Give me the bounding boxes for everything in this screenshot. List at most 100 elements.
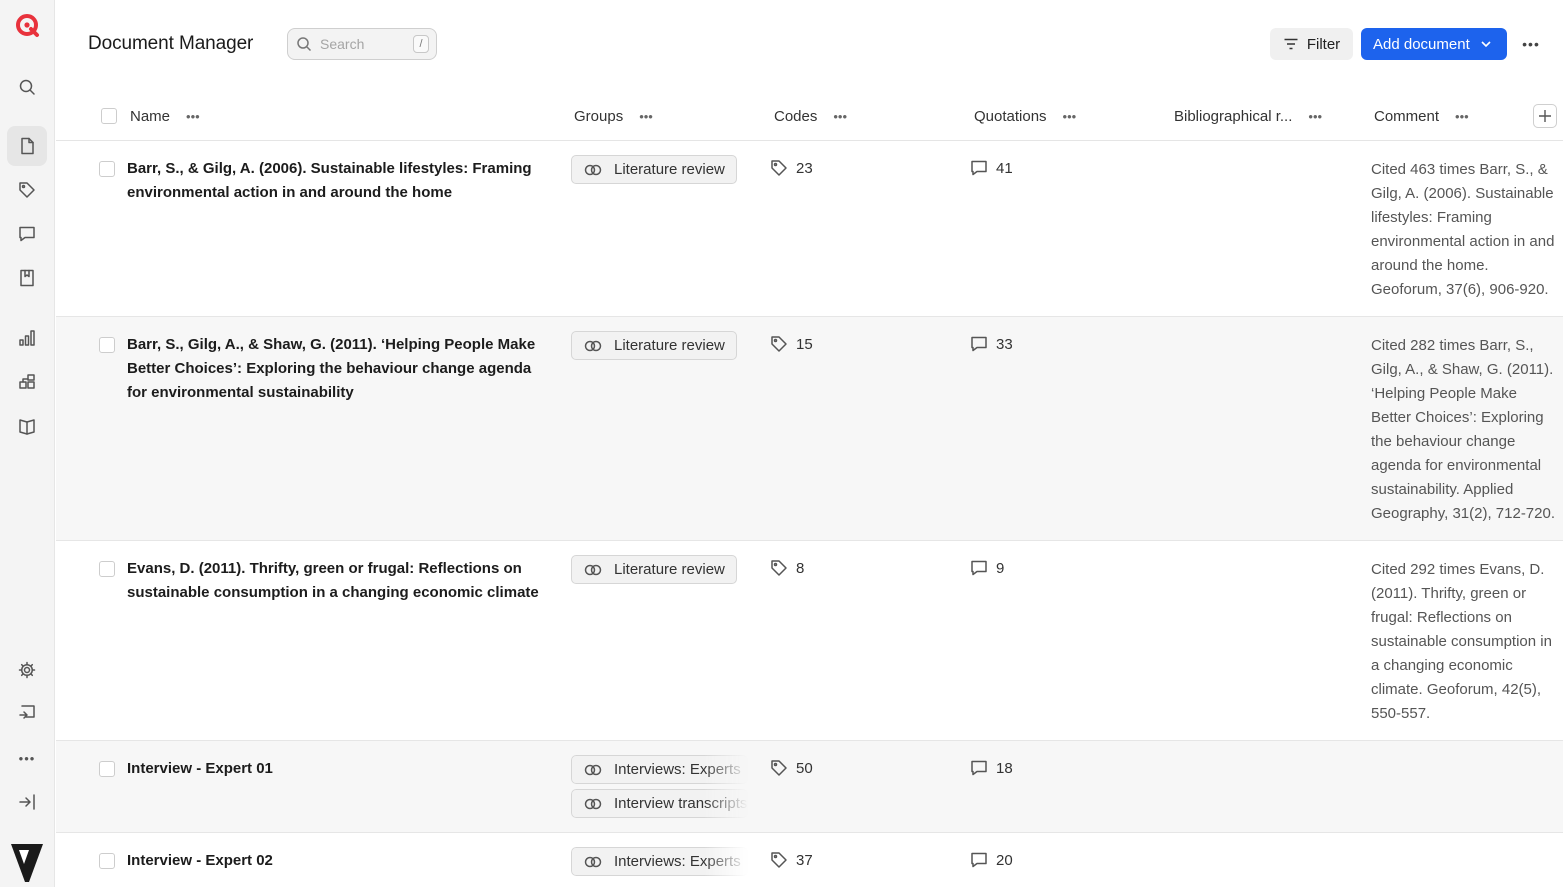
comment-icon xyxy=(19,226,35,242)
column-groups[interactable]: Groups ••• xyxy=(574,108,653,125)
table-header: Name ••• Groups ••• Codes ••• Quotations… xyxy=(56,92,1563,141)
filter-button[interactable]: Filter xyxy=(1270,28,1353,60)
more-options-button[interactable]: ••• xyxy=(1519,34,1543,54)
comment-icon xyxy=(971,336,987,352)
sidebar-import[interactable] xyxy=(7,693,47,733)
document-comment: Cited 463 times Barr, S., & Gilg, A. (20… xyxy=(1371,161,1555,298)
quotations-count[interactable]: 33 xyxy=(970,335,1013,353)
column-menu-icon[interactable]: ••• xyxy=(186,109,200,124)
group-tag-label: Interview transcripts xyxy=(614,795,748,812)
group-tag-label: Literature review xyxy=(614,161,725,178)
gear-icon xyxy=(18,661,36,679)
comment-icon xyxy=(971,160,987,176)
document-name[interactable]: Interview - Expert 02 xyxy=(127,849,547,873)
sidebar-settings[interactable] xyxy=(7,650,47,690)
document-name[interactable]: Interview - Expert 01 xyxy=(127,757,547,781)
group-tag[interactable]: Interview transcripts xyxy=(571,789,748,818)
page-title: Document Manager xyxy=(88,33,254,54)
column-quotations[interactable]: Quotations ••• xyxy=(974,108,1076,125)
column-codes[interactable]: Codes ••• xyxy=(774,108,847,125)
quotations-count[interactable]: 20 xyxy=(970,851,1013,869)
codes-count[interactable]: 37 xyxy=(770,851,813,869)
group-icon xyxy=(584,340,602,351)
codes-count-value: 23 xyxy=(796,159,813,177)
table-row[interactable]: Interview - Expert 01 Interviews: Expert… xyxy=(56,741,1563,833)
comment-icon xyxy=(971,852,987,868)
sidebar-reports[interactable] xyxy=(7,406,47,446)
column-bibliographical-label: Bibliographical r... xyxy=(1174,108,1293,125)
tag-icon xyxy=(771,336,787,352)
sidebar-networks[interactable] xyxy=(7,362,47,402)
column-name-label: Name xyxy=(130,108,171,125)
add-document-button[interactable]: Add document xyxy=(1361,28,1507,60)
group-icon xyxy=(584,164,602,175)
add-document-label: Add document xyxy=(1373,35,1470,53)
search-shortcut-badge: / xyxy=(413,35,429,53)
atlas-logo-icon[interactable] xyxy=(14,12,40,38)
column-codes-label: Codes xyxy=(774,108,818,125)
sidebar-search[interactable] xyxy=(7,67,47,107)
table-row[interactable]: Evans, D. (2011). Thrifty, green or frug… xyxy=(56,541,1563,741)
group-tag[interactable]: Literature review xyxy=(571,555,737,584)
quotations-count[interactable]: 18 xyxy=(970,759,1013,777)
codes-count[interactable]: 15 xyxy=(770,335,813,353)
search-input[interactable] xyxy=(320,36,410,52)
column-menu-icon[interactable]: ••• xyxy=(1455,109,1469,124)
column-menu-icon[interactable]: ••• xyxy=(1308,109,1322,124)
group-tag-label: Interviews: Experts xyxy=(614,761,741,778)
document-name[interactable]: Evans, D. (2011). Thrifty, green or frug… xyxy=(127,557,547,605)
codes-count[interactable]: 8 xyxy=(770,559,804,577)
table-row[interactable]: Barr, S., Gilg, A., & Shaw, G. (2011). ‘… xyxy=(56,317,1563,541)
column-menu-icon[interactable]: ••• xyxy=(1063,109,1077,124)
quotations-count-value: 41 xyxy=(996,159,1013,177)
group-tag-label: Literature review xyxy=(614,561,725,578)
document-comment: Cited 282 times Barr, S., Gilg, A., & Sh… xyxy=(1371,337,1556,522)
column-menu-icon[interactable]: ••• xyxy=(639,109,653,124)
column-quotations-label: Quotations xyxy=(974,108,1047,125)
row-checkbox[interactable] xyxy=(99,853,115,869)
sidebar-quotations[interactable] xyxy=(7,214,47,254)
codes-count[interactable]: 50 xyxy=(770,759,813,777)
tag-icon xyxy=(771,760,787,776)
sidebar-documents[interactable] xyxy=(7,126,47,166)
tag-icon xyxy=(19,182,35,198)
add-column-button[interactable] xyxy=(1533,104,1557,128)
filter-label: Filter xyxy=(1306,35,1341,53)
column-menu-icon[interactable]: ••• xyxy=(833,109,847,124)
document-name[interactable]: Barr, S., Gilg, A., & Shaw, G. (2011). ‘… xyxy=(127,333,547,405)
group-tag-label: Interviews: Experts xyxy=(614,853,741,870)
column-name[interactable]: Name ••• xyxy=(130,108,200,125)
sidebar-more[interactable]: ••• xyxy=(7,738,47,778)
search-box[interactable]: / xyxy=(287,28,437,60)
quotations-count[interactable]: 41 xyxy=(970,159,1013,177)
group-tag[interactable]: Literature review xyxy=(571,155,737,184)
document-name[interactable]: Barr, S., & Gilg, A. (2006). Sustainable… xyxy=(127,157,547,205)
quotations-count[interactable]: 9 xyxy=(970,559,1004,577)
table-row[interactable]: Barr, S., & Gilg, A. (2006). Sustainable… xyxy=(56,141,1563,317)
tag-icon xyxy=(771,160,787,176)
sidebar-analysis[interactable] xyxy=(7,318,47,358)
group-tag-label: Literature review xyxy=(614,337,725,354)
sidebar-collapse[interactable] xyxy=(7,782,47,822)
column-comment[interactable]: Comment ••• xyxy=(1374,108,1469,125)
column-bibliographical[interactable]: Bibliographical r... ••• xyxy=(1174,108,1322,125)
document-icon xyxy=(21,137,34,155)
more-icon: ••• xyxy=(18,750,36,766)
row-checkbox[interactable] xyxy=(99,161,115,177)
select-all-checkbox[interactable] xyxy=(101,108,117,124)
comment-icon xyxy=(971,560,987,576)
column-comment-label: Comment xyxy=(1374,108,1440,125)
group-tag[interactable]: Literature review xyxy=(571,331,737,360)
chevron-down-icon xyxy=(1481,41,1491,48)
search-icon xyxy=(297,37,312,52)
row-checkbox[interactable] xyxy=(99,337,115,353)
sidebar-memos[interactable] xyxy=(7,258,47,298)
group-tag[interactable]: Interviews: Experts xyxy=(571,847,748,876)
row-checkbox[interactable] xyxy=(99,561,115,577)
document-comment: Cited 292 times Evans, D. (2011). Thrift… xyxy=(1371,561,1552,722)
row-checkbox[interactable] xyxy=(99,761,115,777)
sidebar-codes[interactable] xyxy=(7,170,47,210)
table-row[interactable]: Interview - Expert 02 Interviews: Expert… xyxy=(56,833,1563,887)
group-tag[interactable]: Interviews: Experts xyxy=(571,755,748,784)
codes-count[interactable]: 23 xyxy=(770,159,813,177)
